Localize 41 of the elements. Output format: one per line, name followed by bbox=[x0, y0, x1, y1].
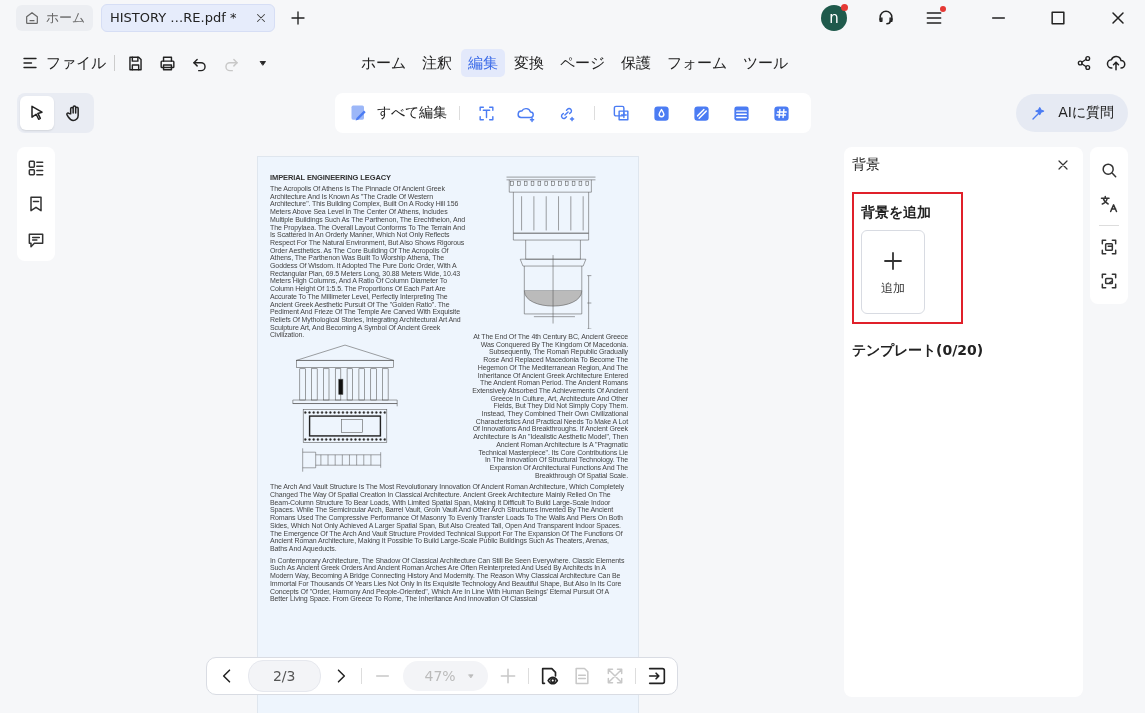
menu-tab[interactable]: ページ bbox=[553, 49, 612, 77]
home-icon bbox=[24, 9, 40, 26]
drop-icon bbox=[652, 103, 671, 123]
user-avatar[interactable]: n bbox=[821, 4, 847, 31]
comment-icon bbox=[26, 230, 46, 250]
section-heading: テンプレート(0/20) bbox=[852, 342, 985, 360]
crop-icon bbox=[612, 103, 631, 123]
section-heading: 背景を追加 bbox=[861, 204, 932, 222]
cloud-upload-icon bbox=[1106, 53, 1126, 73]
plus-icon bbox=[498, 666, 518, 686]
menu-tab[interactable]: 編集 bbox=[461, 49, 505, 77]
hash-icon bbox=[772, 103, 791, 123]
menu-tab[interactable]: 保護 bbox=[614, 49, 658, 77]
text-box-icon bbox=[477, 103, 496, 123]
home-tab[interactable]: ホーム bbox=[16, 4, 93, 31]
page-number-field[interactable]: 2/3 bbox=[247, 660, 321, 692]
search-icon bbox=[1099, 160, 1119, 180]
panel-title: 背景 bbox=[852, 156, 880, 174]
plus-icon bbox=[289, 8, 308, 27]
select-tool-button[interactable] bbox=[20, 96, 54, 130]
frame-icon bbox=[1099, 237, 1119, 257]
pages-icon bbox=[26, 158, 46, 178]
lines-icon bbox=[732, 103, 751, 123]
share-icon bbox=[1075, 54, 1093, 72]
menu-tab[interactable]: ツール bbox=[736, 49, 795, 77]
caret-icon bbox=[465, 671, 476, 681]
file-menu-button[interactable]: ファイル bbox=[18, 48, 109, 78]
minus-icon bbox=[375, 674, 391, 678]
menu-tab[interactable]: ホーム bbox=[354, 49, 413, 77]
stripes-icon bbox=[692, 103, 711, 123]
frame-icon bbox=[1099, 271, 1119, 291]
menu-tab[interactable]: 注釈 bbox=[415, 49, 459, 77]
printer-icon bbox=[157, 53, 177, 73]
menu-tab[interactable]: 変換 bbox=[507, 49, 551, 77]
minimize-icon bbox=[990, 15, 1006, 20]
edit-all-button[interactable]: すべて編集 bbox=[348, 98, 447, 128]
document-tab[interactable]: HISTORY …RE.pdf * bbox=[101, 3, 276, 32]
translate-icon bbox=[1099, 194, 1119, 214]
add-background-button[interactable]: 追加 bbox=[861, 230, 925, 314]
menu-tab[interactable]: フォーム bbox=[660, 49, 734, 77]
ask-ai-button[interactable]: AIに質問 bbox=[1016, 94, 1128, 132]
